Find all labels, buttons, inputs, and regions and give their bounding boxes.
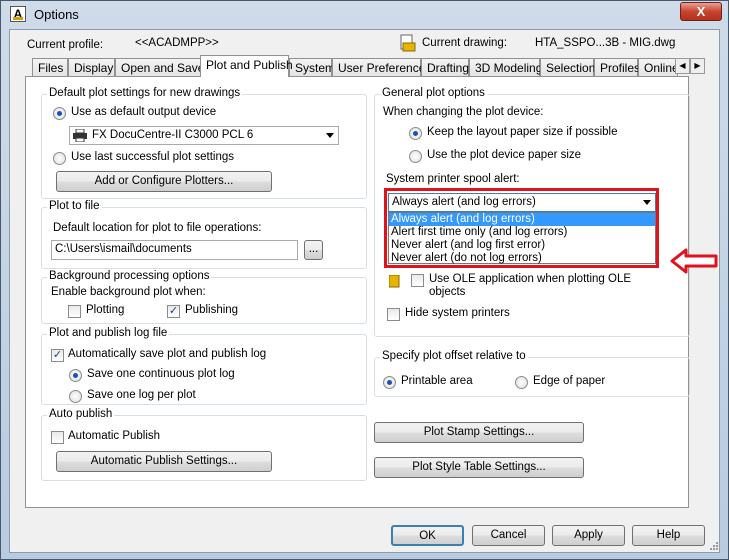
plot-style-table-settings-button[interactable]: Plot Style Table Settings... [374, 457, 584, 478]
auto-publish-group: Auto publish Automatic Publish Automatic… [41, 408, 367, 481]
printer-icon [73, 128, 87, 145]
edge-of-paper-radio[interactable] [515, 376, 528, 389]
tab-display[interactable]: Display [68, 58, 115, 77]
auto-publish-label: Automatic Publish [68, 430, 161, 442]
spool-alert-label: System printer spool alert: [386, 173, 520, 185]
browse-location-button[interactable]: ... [304, 240, 323, 260]
spool-alert-selected: Always alert (and log errors) [392, 196, 536, 208]
current-drawing-label: Current drawing: [422, 37, 508, 49]
background-processing-group: Background processing options Enable bac… [41, 270, 367, 324]
enable-background-label: Enable background plot when: [51, 286, 206, 298]
plot-file-location-input[interactable]: C:\Users\ismail\documents [51, 240, 298, 260]
options-window: A Options X Current profile: <<ACADMPP>>… [0, 0, 729, 560]
spool-alert-dropdown-list: Always alert (and log errors) Alert firs… [388, 212, 656, 264]
tab-drafting[interactable]: Drafting [421, 58, 469, 77]
per-plot-log-radio[interactable] [69, 390, 82, 403]
changing-device-label: When changing the plot device: [383, 106, 544, 118]
plot-offset-group: Specify plot offset relative to Printabl… [374, 350, 690, 397]
auto-publish-title: Auto publish [47, 408, 115, 420]
tab-open-and-save[interactable]: Open and Save [115, 58, 204, 77]
plot-file-location-label: Default location for plot to file operat… [53, 222, 262, 234]
window-title: Options [34, 7, 79, 22]
cancel-button[interactable]: Cancel [472, 525, 545, 546]
plot-to-file-group: Plot to file Default location for plot t… [41, 200, 367, 269]
tab-3d-modeling[interactable]: 3D Modeling [469, 58, 542, 77]
apply-button[interactable]: Apply [552, 525, 625, 546]
default-plot-settings-title: Default plot settings for new drawings [47, 87, 243, 99]
ole-application-label: Use OLE application when plotting OLE ob… [429, 273, 632, 298]
hide-system-printers-checkbox[interactable] [387, 308, 400, 321]
edge-of-paper-label: Edge of paper [533, 375, 606, 387]
plot-offset-title: Specify plot offset relative to [380, 350, 528, 362]
general-plot-options-group: General plot options When changing the p… [374, 87, 690, 337]
background-processing-title: Background processing options [47, 270, 212, 282]
chevron-down-icon [326, 133, 334, 138]
auto-save-log-label: Automatically save plot and publish log [68, 348, 267, 360]
autocad-app-icon: A [10, 6, 26, 22]
spool-option-first-time[interactable]: Alert first time only (and log errors) [389, 226, 655, 239]
spool-option-never-log-first[interactable]: Never alert (and log first error) [389, 239, 655, 252]
spool-option-always[interactable]: Always alert (and log errors) [389, 213, 655, 226]
chevron-down-icon [643, 200, 651, 205]
close-button[interactable]: X [680, 2, 722, 21]
drawing-file-icon [400, 34, 416, 52]
red-arrow-annotation [670, 248, 720, 274]
tab-profiles[interactable]: Profiles [594, 58, 640, 77]
use-last-settings-radio[interactable] [53, 152, 66, 165]
plotting-label: Plotting [86, 304, 125, 316]
publishing-checkbox[interactable]: ✓ [167, 305, 180, 318]
add-configure-plotters-button[interactable]: Add or Configure Plotters... [56, 171, 272, 192]
plot-to-file-title: Plot to file [47, 200, 102, 212]
hide-system-printers-label: Hide system printers [405, 307, 510, 319]
plot-publish-log-group: Plot and publish log file ✓ Automaticall… [41, 327, 367, 405]
plotting-checkbox[interactable] [68, 305, 81, 318]
resize-grip-icon[interactable] [707, 541, 719, 553]
tab-files[interactable]: Files [32, 58, 68, 77]
tab-online[interactable]: Online [638, 58, 679, 77]
keep-layout-size-label: Keep the layout paper size if possible [427, 126, 618, 138]
auto-publish-checkbox[interactable] [51, 431, 64, 444]
current-profile-label: Current profile: [27, 39, 104, 51]
per-plot-log-label: Save one log per plot [87, 389, 196, 401]
spool-alert-select[interactable]: Always alert (and log errors) [388, 193, 656, 212]
auto-publish-settings-button[interactable]: Automatic Publish Settings... [56, 451, 272, 472]
title-bar[interactable]: A Options X [1, 1, 728, 29]
output-device-value: FX DocuCentre-II C3000 PCL 6 [92, 129, 254, 141]
tab-plot-and-publish[interactable]: Plot and Publish [200, 55, 293, 77]
default-plot-settings-group: Default plot settings for new drawings U… [41, 87, 367, 199]
use-last-settings-label: Use last successful plot settings [71, 151, 234, 163]
use-device-size-label: Use the plot device paper size [427, 149, 582, 161]
dialog-client-area: Current profile: <<ACADMPP>> Current dra… [9, 29, 720, 553]
auto-save-log-checkbox[interactable]: ✓ [51, 349, 64, 362]
continuous-log-radio[interactable] [69, 369, 82, 382]
plot-stamp-settings-button[interactable]: Plot Stamp Settings... [374, 422, 584, 443]
tab-scroll-left-button[interactable]: ◀ [675, 58, 690, 74]
keep-layout-size-radio[interactable] [409, 127, 422, 140]
current-profile-value: <<ACADMPP>> [135, 37, 219, 49]
tab-system[interactable]: System [289, 58, 335, 77]
publishing-label: Publishing [185, 304, 239, 316]
printable-area-label: Printable area [401, 375, 473, 387]
ole-icon [388, 274, 400, 288]
help-button[interactable]: Help [632, 525, 705, 546]
continuous-log-label: Save one continuous plot log [87, 368, 235, 380]
current-drawing-value: HTA_SSPO...3B - MIG.dwg [535, 37, 676, 49]
general-plot-options-title: General plot options [380, 87, 487, 99]
tab-user-preferences[interactable]: User Preferences [332, 58, 431, 77]
spool-option-never-no-log[interactable]: Never alert (do not log errors) [389, 252, 655, 265]
use-default-device-label: Use as default output device [71, 106, 217, 118]
tab-scroll-right-button[interactable]: ▶ [690, 58, 705, 74]
ok-button[interactable]: OK [391, 525, 464, 546]
plot-publish-log-title: Plot and publish log file [47, 327, 170, 339]
output-device-select[interactable]: FX DocuCentre-II C3000 PCL 6 [69, 126, 339, 145]
use-device-size-radio[interactable] [409, 150, 422, 163]
tab-selection[interactable]: Selection [540, 58, 595, 77]
printable-area-radio[interactable] [383, 376, 396, 389]
ole-application-checkbox[interactable] [411, 274, 424, 287]
use-default-device-radio[interactable] [53, 107, 66, 120]
plot-and-publish-panel: Default plot settings for new drawings U… [25, 76, 690, 508]
